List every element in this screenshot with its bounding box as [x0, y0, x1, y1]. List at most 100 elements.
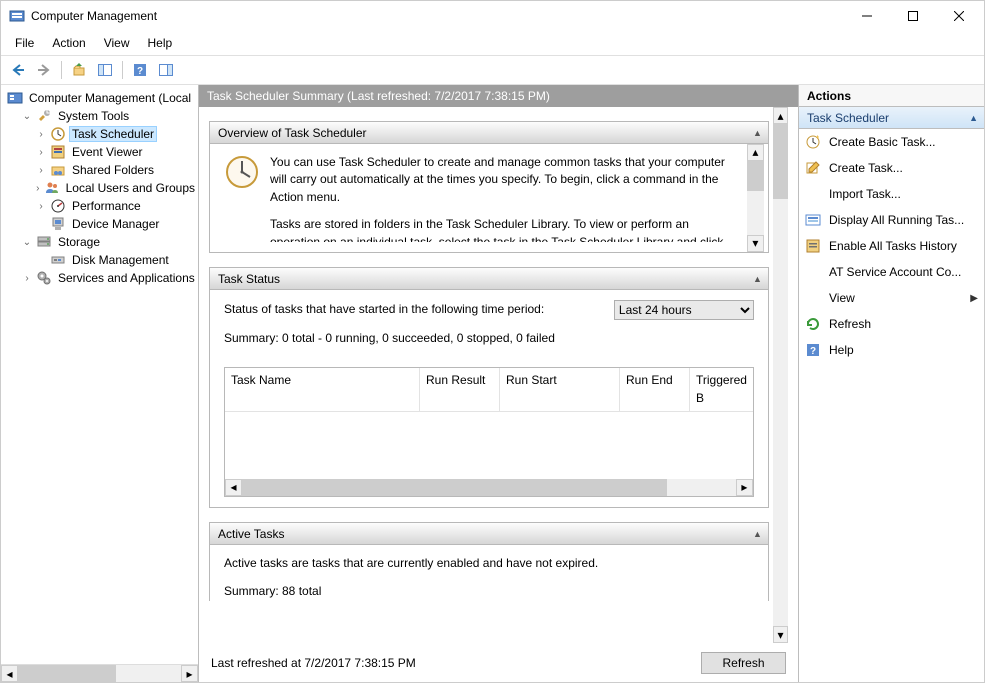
tree-performance[interactable]: › Performance — [33, 197, 198, 215]
history-icon — [805, 238, 821, 254]
col-run-end[interactable]: Run End — [620, 368, 690, 411]
period-label: Status of tasks that have started in the… — [224, 301, 614, 318]
scroll-left-icon[interactable]: ◂ — [225, 479, 242, 496]
scroll-up-icon[interactable]: ▴ — [773, 107, 788, 124]
wizard-icon — [805, 134, 821, 150]
period-select[interactable]: Last 24 hours — [614, 300, 754, 320]
overview-text-1: You can use Task Scheduler to create and… — [270, 154, 737, 206]
active-tasks-header[interactable]: Active Tasks ▲ — [210, 523, 768, 545]
menu-view[interactable]: View — [96, 33, 138, 53]
show-hide-action-button[interactable] — [155, 59, 177, 81]
storage-icon — [36, 234, 52, 250]
tree-services-apps[interactable]: › Services and Applications — [19, 269, 198, 287]
tree-shared-folders[interactable]: › Shared Folders — [33, 161, 198, 179]
scroll-down-icon[interactable]: ▾ — [773, 626, 788, 643]
tools-icon — [36, 108, 52, 124]
tree-root[interactable]: Computer Management (Local — [5, 89, 198, 107]
menu-help[interactable]: Help — [140, 33, 181, 53]
tree-disk-management[interactable]: › Disk Management — [33, 251, 198, 269]
tree-task-scheduler[interactable]: › Task Scheduler — [33, 125, 198, 143]
action-at-service[interactable]: AT Service Account Co... — [799, 259, 984, 285]
overview-section: Overview of Task Scheduler ▲ You can use… — [209, 121, 769, 253]
collapse-icon[interactable]: ▲ — [753, 274, 762, 284]
col-task-name[interactable]: Task Name — [225, 368, 420, 411]
maximize-button[interactable] — [890, 1, 936, 31]
action-refresh[interactable]: Refresh — [799, 311, 984, 337]
window-title: Computer Management — [31, 9, 844, 23]
event-viewer-icon — [50, 144, 66, 160]
show-hide-tree-button[interactable] — [94, 59, 116, 81]
center-title: Task Scheduler Summary (Last refreshed: … — [199, 85, 798, 107]
expand-icon[interactable]: › — [21, 273, 33, 284]
collapse-icon[interactable]: ⌄ — [21, 237, 33, 248]
back-button[interactable] — [7, 59, 29, 81]
refresh-button[interactable]: Refresh — [701, 652, 786, 674]
task-table-body — [225, 412, 753, 479]
overview-header[interactable]: Overview of Task Scheduler ▲ — [210, 122, 768, 144]
svg-text:?: ? — [810, 346, 816, 357]
overview-scrollbar[interactable]: ▴ ▾ — [747, 144, 764, 252]
scroll-down-icon[interactable]: ▾ — [747, 235, 764, 252]
center-pane: Task Scheduler Summary (Last refreshed: … — [199, 85, 799, 682]
tree-system-tools[interactable]: ⌄ System Tools — [19, 107, 198, 125]
collapse-icon[interactable]: ▲ — [753, 128, 762, 138]
tree-event-viewer[interactable]: › Event Viewer — [33, 143, 198, 161]
menu-action[interactable]: Action — [44, 33, 93, 53]
app-icon — [9, 8, 25, 24]
actions-pane: Actions Task Scheduler ▲ Create Basic Ta… — [799, 85, 984, 682]
scroll-up-icon[interactable]: ▴ — [747, 144, 764, 161]
running-tasks-icon — [805, 212, 821, 228]
performance-icon — [50, 198, 66, 214]
forward-button[interactable] — [33, 59, 55, 81]
tree-storage[interactable]: ⌄ Storage — [19, 233, 198, 251]
action-help[interactable]: ? Help — [799, 337, 984, 363]
action-import-task[interactable]: Import Task... — [799, 181, 984, 207]
active-tasks-section: Active Tasks ▲ Active tasks are tasks th… — [209, 522, 769, 601]
collapse-icon[interactable]: ▲ — [753, 529, 762, 539]
actions-subheader[interactable]: Task Scheduler ▲ — [799, 107, 984, 129]
title-bar: Computer Management — [1, 1, 984, 31]
refresh-icon — [805, 316, 821, 332]
action-enable-history[interactable]: Enable All Tasks History — [799, 233, 984, 259]
minimize-button[interactable] — [844, 1, 890, 31]
menu-file[interactable]: File — [7, 33, 42, 53]
users-icon — [44, 180, 60, 196]
expand-icon[interactable]: › — [35, 183, 41, 194]
scroll-right-icon[interactable]: ▸ — [181, 665, 198, 682]
center-vertical-scrollbar[interactable]: ▴ ▾ — [773, 107, 788, 643]
task-status-summary: Summary: 0 total - 0 running, 0 succeede… — [224, 330, 754, 347]
expand-icon[interactable]: › — [35, 129, 47, 140]
create-task-icon — [805, 160, 821, 176]
close-button[interactable] — [936, 1, 982, 31]
menu-bar: File Action View Help — [1, 31, 984, 55]
tree-local-users[interactable]: › Local Users and Groups — [33, 179, 198, 197]
up-button[interactable] — [68, 59, 90, 81]
tree-device-manager[interactable]: › Device Manager — [33, 215, 198, 233]
help-button[interactable]: ? — [129, 59, 151, 81]
expand-icon[interactable]: › — [35, 201, 47, 212]
shared-folders-icon — [50, 162, 66, 178]
overview-text-2: Tasks are stored in folders in the Task … — [270, 216, 737, 242]
action-create-basic-task[interactable]: Create Basic Task... — [799, 129, 984, 155]
action-display-running[interactable]: Display All Running Tas... — [799, 207, 984, 233]
clock-icon — [224, 154, 260, 190]
center-footer: Last refreshed at 7/2/2017 7:38:15 PM Re… — [199, 643, 798, 682]
clock-icon — [50, 126, 66, 142]
col-run-start[interactable]: Run Start — [500, 368, 620, 411]
task-status-table: Task Name Run Result Run Start Run End T… — [224, 367, 754, 497]
col-run-result[interactable]: Run Result — [420, 368, 500, 411]
scroll-right-icon[interactable]: ▸ — [736, 479, 753, 496]
task-status-header[interactable]: Task Status ▲ — [210, 268, 768, 290]
expand-icon[interactable]: › — [35, 165, 47, 176]
scroll-left-icon[interactable]: ◂ — [1, 665, 18, 682]
expand-icon[interactable]: › — [35, 147, 47, 158]
active-tasks-summary: Summary: 88 total — [224, 583, 754, 600]
action-view[interactable]: View ▶ — [799, 285, 984, 311]
col-triggered[interactable]: Triggered B — [690, 368, 753, 411]
tree-horizontal-scrollbar[interactable]: ◂ ▸ — [1, 664, 198, 682]
collapse-icon[interactable]: ⌄ — [21, 111, 33, 122]
action-create-task[interactable]: Create Task... — [799, 155, 984, 181]
table-horizontal-scrollbar[interactable]: ◂ ▸ — [225, 479, 753, 496]
collapse-icon[interactable]: ▲ — [969, 113, 978, 123]
task-status-section: Task Status ▲ Status of tasks that have … — [209, 267, 769, 508]
